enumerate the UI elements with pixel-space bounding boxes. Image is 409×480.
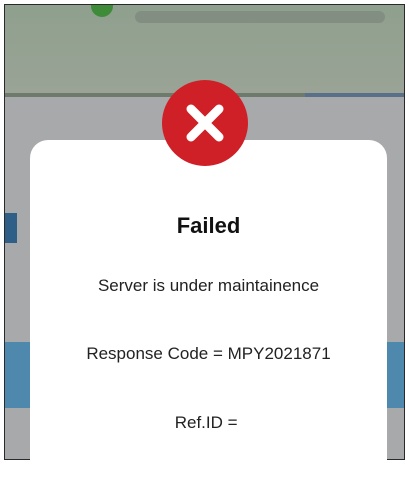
dialog-title: Failed <box>176 213 241 238</box>
response-code-value: MPY2021871 <box>227 344 331 363</box>
background-blurred-text <box>135 11 385 23</box>
response-code-label: Response Code = <box>86 344 228 363</box>
close-icon <box>186 104 224 142</box>
ref-id-row: Ref.ID = <box>30 413 387 433</box>
background-left-accent <box>5 213 17 243</box>
error-status-badge <box>162 80 248 166</box>
response-code-row: Response Code = MPY2021871 <box>30 344 387 364</box>
check-circle-icon <box>91 5 113 17</box>
ref-id-label: Ref.ID = <box>174 413 243 432</box>
dialog-message: Server is under maintainence <box>97 276 320 295</box>
